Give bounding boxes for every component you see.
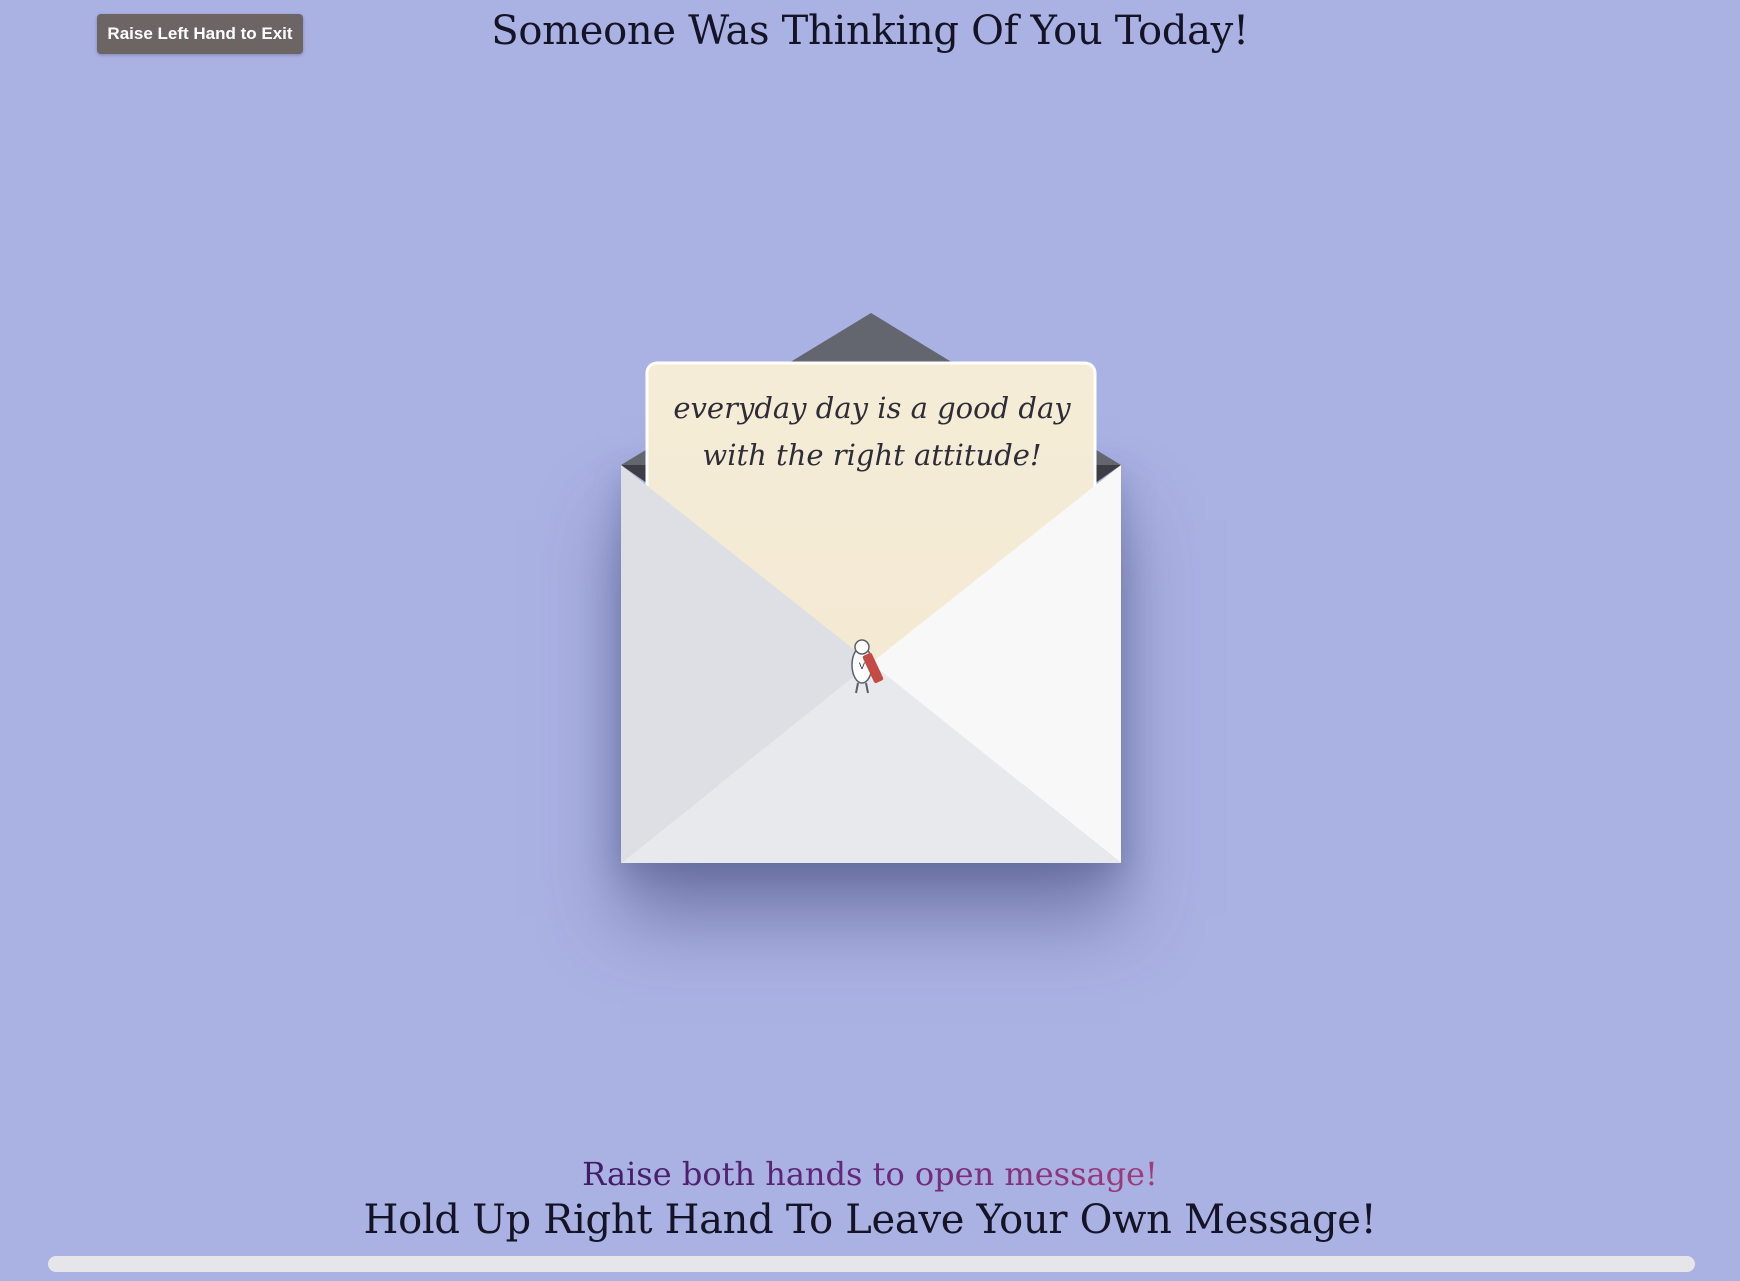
page-title: Someone Was Thinking Of You Today!	[491, 8, 1249, 54]
mascot-seal-icon: V	[851, 639, 884, 694]
letter-line-2: with the right attitude!	[702, 438, 1042, 472]
svg-text:V: V	[859, 662, 866, 672]
progress-bar	[48, 1256, 1695, 1272]
open-prompt-text: Raise both hands to open message!	[582, 1155, 1158, 1193]
envelope[interactable]: everyday day is a good day with the righ…	[621, 313, 1121, 863]
letter-line-1: everyday day is a good day	[673, 391, 1071, 425]
letter-message: everyday day is a good day with the righ…	[648, 385, 1096, 479]
leave-message-prompt: Hold Up Right Hand To Leave Your Own Mes…	[363, 1197, 1377, 1243]
open-prompt: Raise both hands to open message!	[0, 1155, 1740, 1193]
